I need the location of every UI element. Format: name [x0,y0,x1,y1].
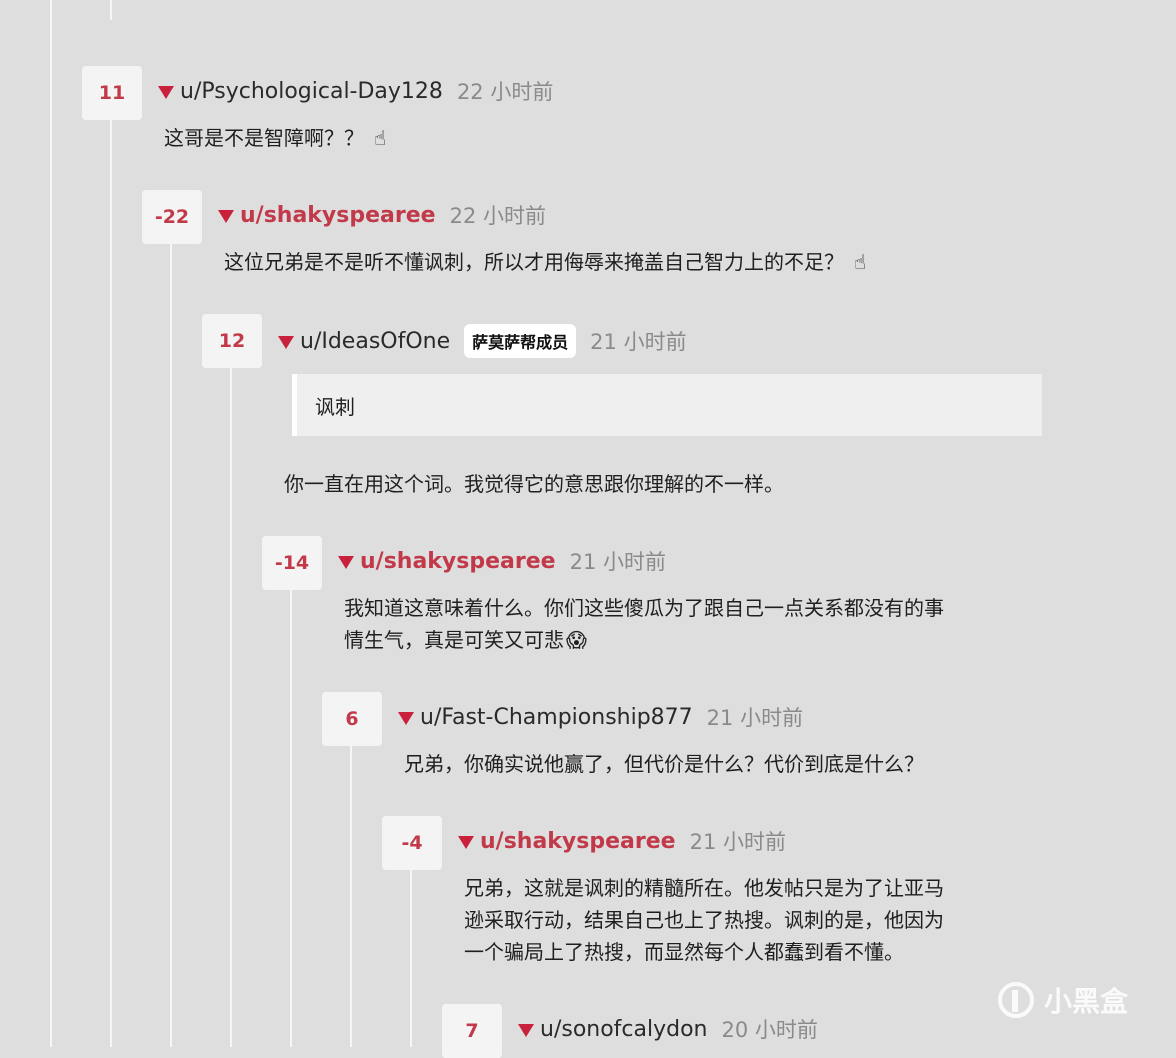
comment-text: 这位兄弟是不是听不懂讽刺，所以才用侮辱来掩盖自己智力上的不足？ [224,250,844,274]
user-flair: 萨莫萨帮成员 [464,324,577,358]
watermark: 小黑盒 [998,980,1128,1020]
collapse-icon[interactable] [458,835,474,849]
comment-text-line: 情生气，真是可笑又可悲 [344,628,564,652]
collapse-icon[interactable] [218,209,234,223]
thread-line [290,590,292,1047]
score-badge[interactable]: -14 [262,536,322,590]
comment-header: u/shakyspearee 22 小时前 [218,200,546,230]
collapse-icon[interactable] [158,85,174,99]
collapse-icon[interactable] [398,711,414,725]
score-badge[interactable]: 12 [202,314,262,368]
comment-body: 你一直在用这个词。我觉得它的意思跟你理解的不一样。 [284,468,784,500]
comment-header: u/sonofcalydon 20 小时前 [518,1014,818,1044]
score-badge[interactable]: 11 [82,66,142,120]
comment-header: u/Fast-Championship877 21 小时前 [398,702,803,732]
comment-text: 这哥是不是智障啊？？ [164,126,364,150]
thread-line [50,0,52,1047]
comment-body: 这哥是不是智障啊？？ ☝ [164,122,386,154]
heybox-logo-icon [998,982,1034,1018]
comment-header: u/shakyspearee 21 小时前 [338,546,666,576]
pointing-up-icon: ☝ [854,250,867,274]
score-badge[interactable]: -22 [142,190,202,244]
thread-line [350,746,352,1047]
timestamp: 21 小时前 [569,550,666,574]
comment-text: 你一直在用这个词。我觉得它的意思跟你理解的不一样。 [284,472,784,496]
collapse-icon[interactable] [518,1023,534,1037]
quote-text: 讽刺 [315,394,355,419]
screaming-face-icon: 😱 [566,628,587,652]
comment-text-line: 兄弟，这就是讽刺的精髓所在。他发帖只是为了让亚马 [464,876,944,900]
comment-text-line: 逊采取行动，结果自己也上了热搜。讽刺的是，他因为 [464,908,944,932]
timestamp: 21 小时前 [689,830,786,854]
comment-body: 这位兄弟是不是听不懂讽刺，所以才用侮辱来掩盖自己智力上的不足？ ☝ [224,246,866,278]
username-link[interactable]: u/shakyspearee [360,549,556,574]
thread-line [170,244,172,1047]
pointing-up-icon: ☝ [374,126,387,150]
username-link[interactable]: u/sonofcalydon [540,1017,708,1042]
comment-text: 兄弟，你确实说他赢了，但代价是什么？代价到底是什么？ [404,752,924,776]
timestamp: 22 小时前 [456,80,554,104]
thread-line [110,120,112,1047]
score-badge[interactable]: -4 [382,816,442,870]
collapse-icon[interactable] [278,335,294,349]
comment-header: u/Psychological-Day128 22 小时前 [158,76,553,106]
comment-text-line: 我知道这意味着什么。你们这些傻瓜为了跟自己一点关系都没有的事 [344,596,944,620]
timestamp: 20 小时前 [721,1018,818,1042]
collapse-icon[interactable] [338,555,354,569]
comment-text-line: 一个骗局上了热搜，而显然每个人都蠢到看不懂。 [464,940,904,964]
score-badge[interactable]: 6 [322,692,382,746]
score-badge[interactable]: 7 [442,1004,502,1058]
thread-line [410,870,412,1047]
timestamp: 21 小时前 [706,706,804,730]
username-link[interactable]: u/IdeasOfOne [300,329,450,354]
username-link[interactable]: u/Fast-Championship877 [420,705,693,730]
comment-body: 我知道这意味着什么。你们这些傻瓜为了跟自己一点关系都没有的事 情生气，真是可笑又… [344,592,944,656]
comment-header: u/IdeasOfOne 萨莫萨帮成员 21 小时前 [278,324,687,358]
thread-line [230,368,232,1047]
watermark-text: 小黑盒 [1044,985,1129,1018]
blockquote: 讽刺 [292,374,1042,436]
username-link[interactable]: u/Psychological-Day128 [180,79,443,104]
comment-body: 兄弟，这就是讽刺的精髓所在。他发帖只是为了让亚马 逊采取行动，结果自己也上了热搜… [464,872,944,968]
comment-header: u/shakyspearee 21 小时前 [458,826,786,856]
comment-body: 兄弟，你确实说他赢了，但代价是什么？代价到底是什么？ [404,748,924,780]
username-link[interactable]: u/shakyspearee [240,203,436,228]
thread-line [110,0,112,20]
timestamp: 21 小时前 [590,330,687,354]
username-link[interactable]: u/shakyspearee [480,829,676,854]
timestamp: 22 小时前 [449,204,546,228]
